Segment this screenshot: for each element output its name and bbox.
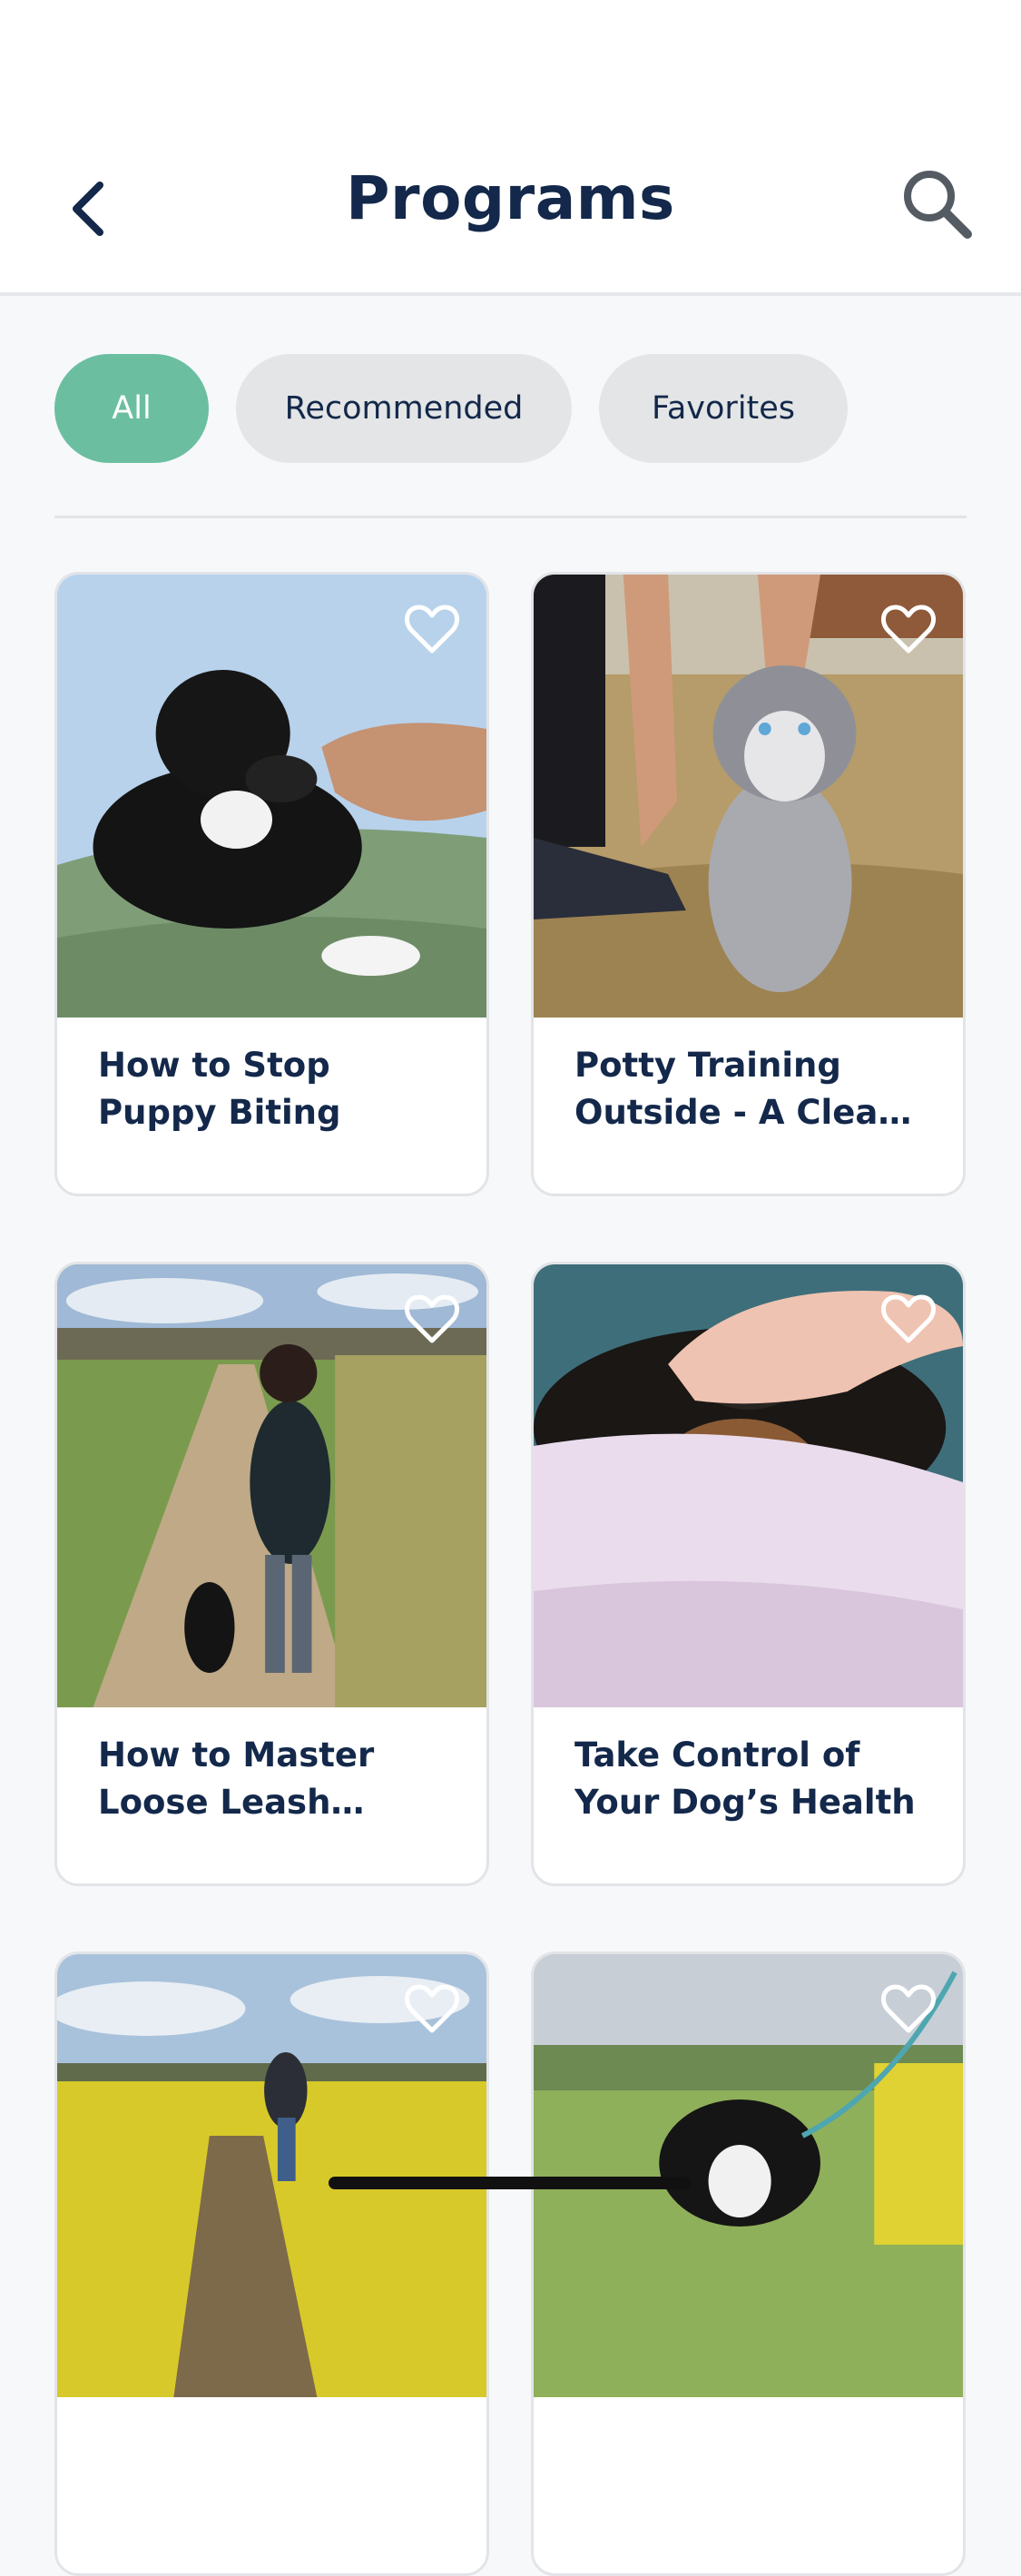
filter-chip-favorites[interactable]: Favorites	[599, 354, 848, 463]
heart-icon[interactable]	[405, 1983, 459, 2034]
heart-icon[interactable]	[881, 1983, 936, 2034]
home-indicator	[329, 2177, 692, 2189]
search-button[interactable]	[898, 165, 977, 243]
heart-icon[interactable]	[881, 1293, 936, 1344]
search-icon	[904, 171, 972, 239]
status-bar	[0, 0, 1021, 127]
program-title: How to Master Loose Leash Walking	[98, 1735, 375, 1822]
program-card[interactable]: How to Master Loose Leash Walking	[54, 1262, 489, 1886]
program-card[interactable]: Potty Training Outside - A Clean Home fo…	[531, 572, 966, 1196]
filter-chips: All Recommended Favorites	[54, 354, 848, 463]
filter-chip-all[interactable]: All	[54, 354, 209, 463]
program-title: How to Stop Puppy Biting	[98, 1046, 341, 1132]
heart-icon[interactable]	[881, 604, 936, 654]
program-title: Take Control of Your Dog’s Health	[574, 1735, 916, 1822]
program-card[interactable]	[54, 1952, 489, 2576]
app-header: Programs	[0, 127, 1021, 296]
program-card[interactable]	[531, 1952, 966, 2576]
page-title: Programs	[346, 163, 675, 233]
divider	[54, 516, 967, 518]
heart-icon[interactable]	[405, 604, 459, 654]
filter-chip-recommended[interactable]: Recommended	[236, 354, 572, 463]
program-title: Potty Training Outside - A Clean Home fo…	[574, 1046, 902, 1132]
program-card[interactable]: Take Control of Your Dog’s Health	[531, 1262, 966, 1886]
heart-icon[interactable]	[405, 1293, 459, 1344]
program-card[interactable]: How to Stop Puppy Biting	[54, 572, 489, 1196]
